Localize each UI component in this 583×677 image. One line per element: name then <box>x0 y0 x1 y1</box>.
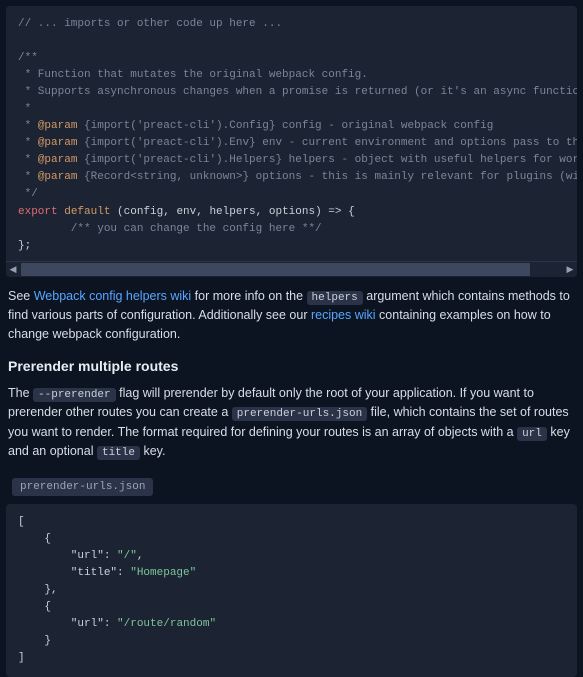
json-line: }, <box>18 584 58 596</box>
link-webpack-helpers-wiki[interactable]: Webpack config helpers wiki <box>34 289 191 303</box>
text: The <box>8 386 33 400</box>
paragraph-helpers: See Webpack config helpers wiki for more… <box>0 277 583 354</box>
json-line: "url": "/", <box>18 550 143 562</box>
text: See <box>8 289 34 303</box>
filename-label: prerender-urls.json <box>12 478 153 496</box>
code-line: * Function that mutates the original web… <box>18 69 368 81</box>
json-line: ] <box>18 652 25 664</box>
scroll-track[interactable] <box>21 263 562 276</box>
jsdoc-tag: @param <box>38 154 78 166</box>
inline-code-title: title <box>97 446 140 460</box>
jsdoc-tag: @param <box>38 120 78 132</box>
inline-code-prerender-urls: prerender-urls.json <box>232 407 367 421</box>
scroll-thumb[interactable] <box>21 263 530 276</box>
json-line: { <box>18 601 51 613</box>
code-line: * @param {Record<string, unknown>} optio… <box>18 171 577 183</box>
code-line: * @param {import('preact-cli').Config} c… <box>18 120 493 132</box>
code-line: /** <box>18 52 38 64</box>
code-block-json: [ { "url": "/", "title": "Homepage" }, {… <box>6 504 577 677</box>
code-line: * @param {import('preact-cli').Env} env … <box>18 137 577 149</box>
json-line: } <box>18 635 51 647</box>
json-line: "url": "/route/random" <box>18 618 216 630</box>
link-recipes-wiki[interactable]: recipes wiki <box>311 308 376 322</box>
code-line: /** you can change the config here **/ <box>18 223 322 235</box>
json-line: [ <box>18 516 25 528</box>
code-line: }; <box>18 240 31 252</box>
jsdoc-tag: @param <box>38 137 78 149</box>
json-line: "title": "Homepage" <box>18 567 196 579</box>
paragraph-prerender: The --prerender flag will prerender by d… <box>0 380 583 472</box>
code-line: */ <box>18 188 38 200</box>
scroll-right-arrow-icon[interactable]: ▶ <box>563 261 577 277</box>
inline-code-url: url <box>517 427 547 441</box>
json-line: { <box>18 533 51 545</box>
keyword-default: default <box>64 206 110 218</box>
horizontal-scrollbar[interactable]: ◀ ▶ <box>6 261 577 277</box>
code-block-config: // ... imports or other code up here ...… <box>6 6 577 277</box>
inline-code-helpers: helpers <box>307 291 363 305</box>
scroll-left-arrow-icon[interactable]: ◀ <box>6 261 20 277</box>
code-line: * <box>18 103 31 115</box>
code-line: export default (config, env, helpers, op… <box>18 206 355 218</box>
text: for more info on the <box>191 289 306 303</box>
code-line: * @param {import('preact-cli').Helpers} … <box>18 154 577 166</box>
keyword-export: export <box>18 206 58 218</box>
inline-code-prerender-flag: --prerender <box>33 388 116 402</box>
code-content: // ... imports or other code up here ...… <box>6 6 577 261</box>
section-heading-prerender: Prerender multiple routes <box>0 354 583 380</box>
code-line: // ... imports or other code up here ... <box>18 18 282 30</box>
code-line: * Supports asynchronous changes when a p… <box>18 86 577 98</box>
text: key. <box>140 444 165 458</box>
jsdoc-tag: @param <box>38 171 78 183</box>
